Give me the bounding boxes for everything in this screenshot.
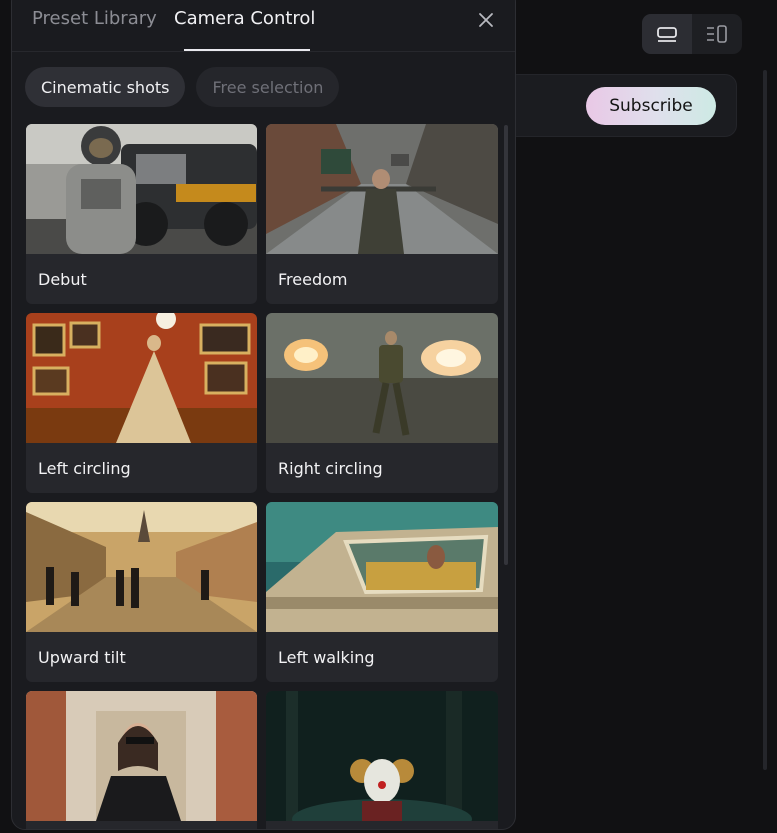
card-view-icon: [657, 27, 677, 42]
preset-label: Freedom: [278, 269, 348, 289]
list-view-icon: [707, 25, 727, 43]
close-button[interactable]: [475, 9, 497, 31]
shot-category-chips: Cinematic shots Free selection: [25, 67, 340, 107]
preset-card-left-circling[interactable]: Left circling: [26, 313, 257, 493]
preset-label: Left walking: [278, 647, 375, 667]
card-view-button[interactable]: [642, 14, 692, 54]
preset-thumbnail: [26, 124, 257, 254]
chip-free-selection[interactable]: Free selection: [196, 67, 340, 107]
preset-label: [26, 821, 257, 829]
preset-thumbnail: [266, 691, 498, 821]
tab-preset-library[interactable]: Preset Library: [32, 1, 157, 45]
preset-thumbnail: [26, 502, 257, 632]
close-icon: [479, 13, 493, 27]
preset-label: Debut: [38, 269, 87, 289]
tab-camera-control[interactable]: Camera Control: [174, 1, 315, 45]
preset-thumbnail: [26, 313, 257, 443]
preset-grid: Debut Freedom Left circling Right circli…: [26, 124, 499, 829]
preset-label: Left circling: [38, 458, 131, 478]
preset-thumbnail: [26, 691, 257, 821]
camera-control-panel: Preset Library Camera Control Cinematic …: [11, 0, 516, 830]
preset-card-7[interactable]: [26, 691, 257, 829]
preset-card-freedom[interactable]: Freedom: [266, 124, 498, 304]
preset-label: Upward tilt: [38, 647, 126, 667]
preset-thumbnail: [266, 313, 498, 443]
preset-card-left-walking[interactable]: Left walking: [266, 502, 498, 682]
subscribe-button[interactable]: Subscribe: [586, 87, 716, 125]
view-toggle: [642, 14, 742, 54]
preset-card-right-circling[interactable]: Right circling: [266, 313, 498, 493]
page-scrollbar[interactable]: [763, 70, 767, 770]
list-view-button[interactable]: [692, 14, 742, 54]
preset-label: Right circling: [278, 458, 383, 478]
preset-thumbnail: [266, 502, 498, 632]
preset-thumbnail: [266, 124, 498, 254]
preset-card-debut[interactable]: Debut: [26, 124, 257, 304]
chip-cinematic-shots[interactable]: Cinematic shots: [25, 67, 186, 107]
panel-scrollbar[interactable]: [504, 125, 508, 565]
preset-label: [266, 821, 498, 829]
panel-header: Preset Library Camera Control: [12, 1, 515, 52]
preset-card-8[interactable]: [266, 691, 498, 829]
active-tab-indicator: [184, 49, 310, 51]
preset-card-upward-tilt[interactable]: Upward tilt: [26, 502, 257, 682]
